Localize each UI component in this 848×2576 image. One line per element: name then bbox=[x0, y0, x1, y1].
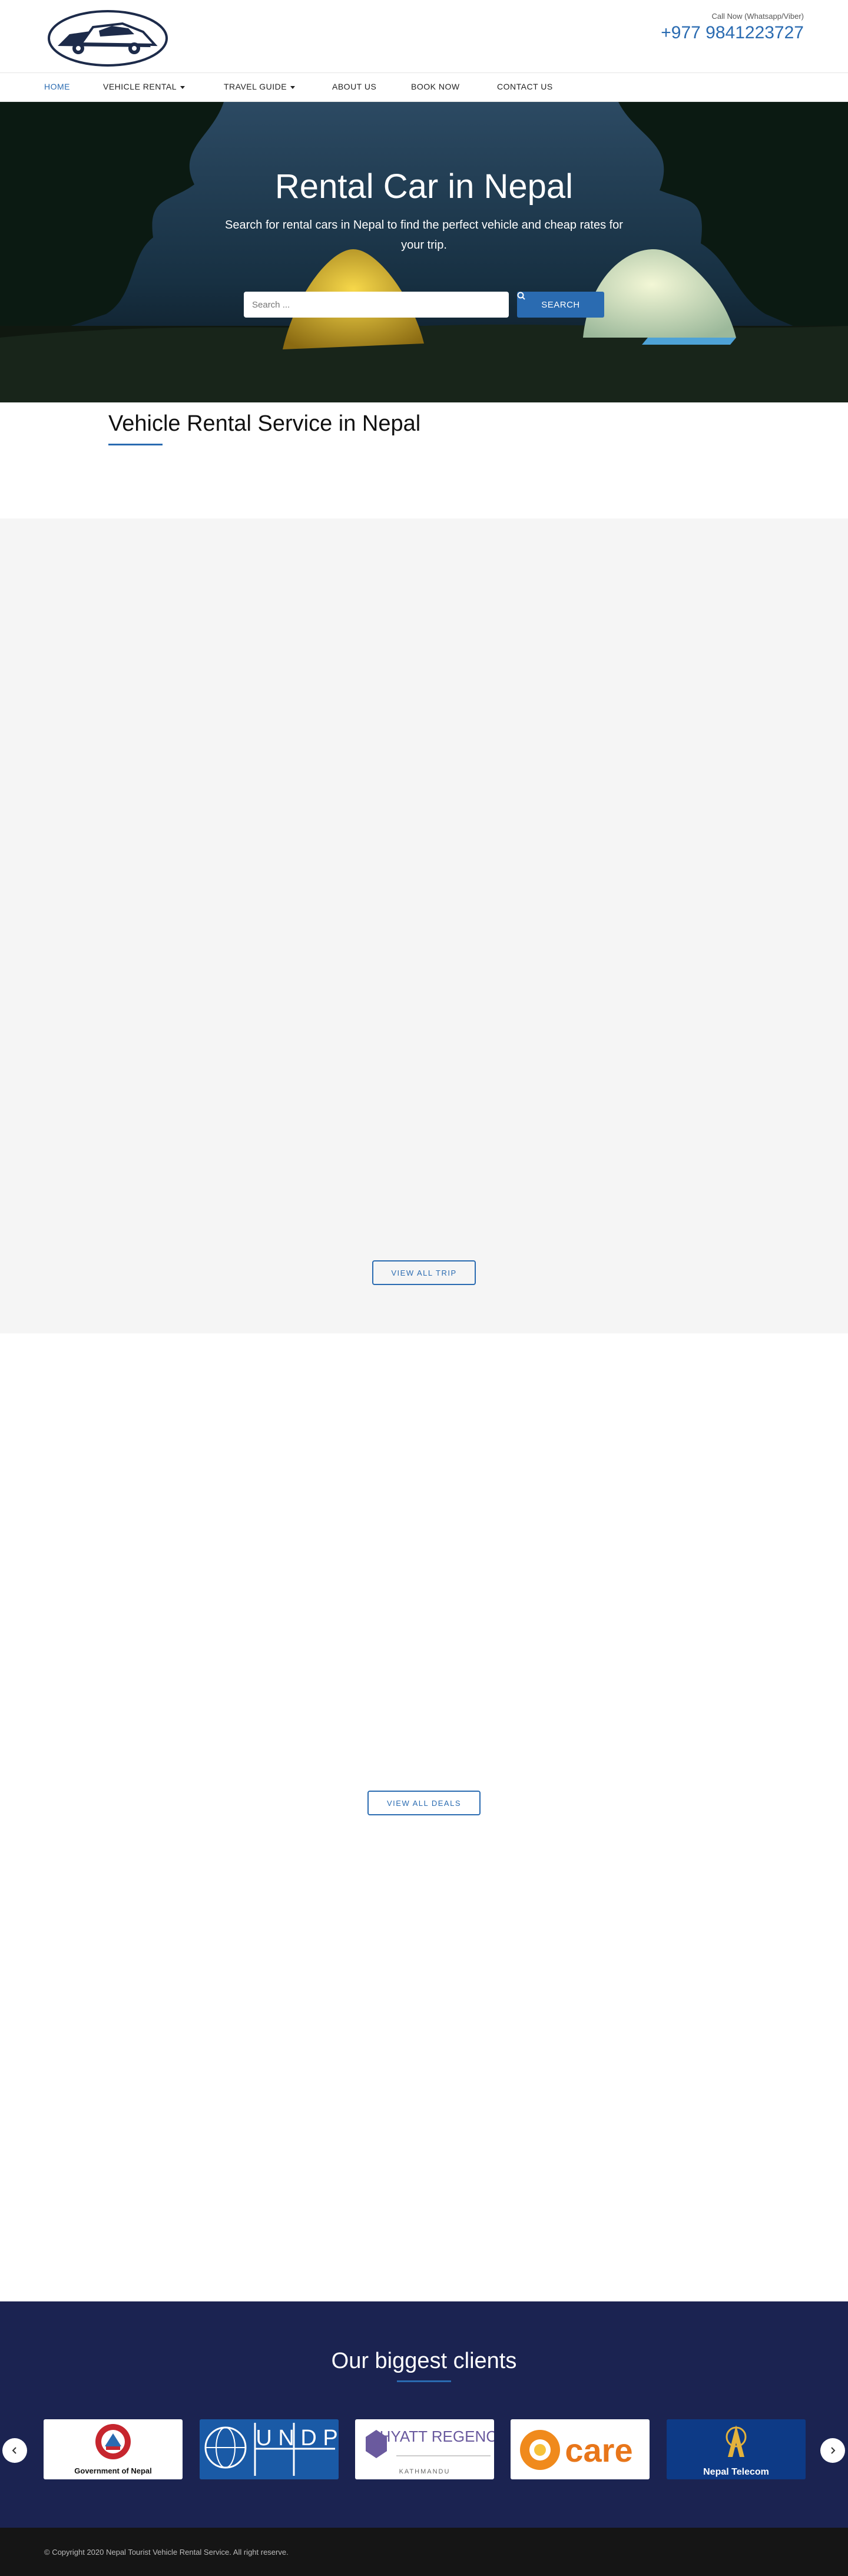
section-title: Vehicle Rental Service in Nepal bbox=[108, 411, 421, 436]
client-name-government: Government of Nepal bbox=[74, 2466, 151, 2475]
nav-travel-guide[interactable]: TRAVEL GUIDE bbox=[224, 82, 296, 91]
clients-title: Our biggest clients bbox=[331, 2349, 517, 2373]
nav-about-us[interactable]: ABOUT US bbox=[332, 82, 376, 91]
carousel-prev-button[interactable] bbox=[2, 2438, 27, 2463]
hero-title: Rental Car in Nepal bbox=[274, 167, 574, 206]
search-icon bbox=[517, 292, 525, 300]
hero-banner: Rental Car in Nepal Search for rental ca… bbox=[0, 102, 848, 402]
client-name-care: care bbox=[565, 2432, 632, 2469]
site-footer: © Copyright 2020 Nepal Tourist Vehicle R… bbox=[0, 2528, 848, 2576]
phone-number[interactable]: +977 9841223727 bbox=[661, 23, 804, 43]
title-underline bbox=[108, 444, 163, 445]
call-now-block: Call Now (Whatsapp/Viber) +977 984122372… bbox=[661, 12, 804, 43]
client-name-hyatt: HYATT REGENCY bbox=[380, 2428, 494, 2445]
nav-contact-us[interactable]: CONTACT US bbox=[497, 82, 553, 91]
chevron-right-icon bbox=[831, 2447, 836, 2454]
clients-section: Our biggest clients Government of Nepal … bbox=[0, 2301, 848, 2528]
trips-section: VIEW ALL TRIP bbox=[0, 518, 848, 1333]
search-button[interactable]: SEARCH bbox=[517, 292, 604, 318]
view-all-trip-button[interactable]: VIEW ALL TRIP bbox=[372, 1260, 476, 1285]
nav-book-now[interactable]: BOOK NOW bbox=[411, 82, 460, 91]
site-logo[interactable] bbox=[46, 6, 170, 67]
main-nav: HOME VEHICLE RENTAL TRAVEL GUIDE ABOUT U… bbox=[0, 72, 848, 102]
client-logo-undp: U N D P bbox=[200, 2419, 339, 2479]
nav-home[interactable]: HOME bbox=[44, 82, 70, 91]
copyright-text: © Copyright 2020 Nepal Tourist Vehicle R… bbox=[44, 2548, 289, 2557]
client-name-nepal-telecom: Nepal Telecom bbox=[703, 2467, 769, 2477]
search-button-label: SEARCH bbox=[541, 299, 580, 310]
hero-subtitle: Search for rental cars in Nepal to find … bbox=[225, 219, 623, 252]
site-header: Call Now (Whatsapp/Viber) +977 984122372… bbox=[0, 0, 848, 72]
chevron-left-icon bbox=[12, 2447, 16, 2454]
client-logo-hyatt-regency: HYATT REGENCY KATHMANDU bbox=[355, 2419, 494, 2479]
client-logo-government-of-nepal: Government of Nepal bbox=[44, 2419, 183, 2479]
client-logo-nepal-telecom: Nepal Telecom bbox=[667, 2419, 806, 2479]
client-sub-hyatt: KATHMANDU bbox=[399, 2468, 450, 2475]
search-input[interactable] bbox=[244, 292, 509, 318]
caret-down-icon bbox=[180, 85, 185, 89]
view-all-deals-button[interactable]: VIEW ALL DEALS bbox=[367, 1791, 481, 1815]
nav-vehicle-rental[interactable]: VEHICLE RENTAL bbox=[103, 82, 185, 91]
carousel-next-button[interactable] bbox=[820, 2438, 845, 2463]
client-logo-care: care bbox=[511, 2419, 650, 2479]
call-now-label: Call Now (Whatsapp/Viber) bbox=[711, 12, 804, 21]
caret-down-icon bbox=[290, 85, 296, 89]
client-name-undp: U N D P bbox=[256, 2426, 337, 2450]
clients-title-underline bbox=[397, 2380, 451, 2382]
